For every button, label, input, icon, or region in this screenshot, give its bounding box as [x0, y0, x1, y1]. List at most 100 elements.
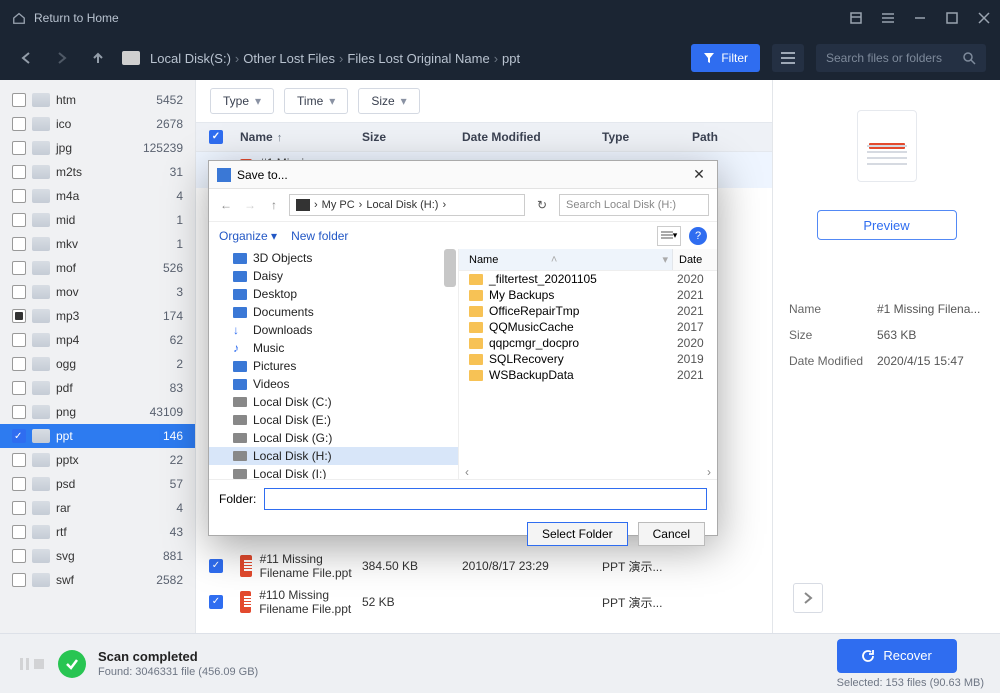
checkbox[interactable]	[12, 525, 26, 539]
sidebar-item-png[interactable]: png43109	[0, 400, 195, 424]
col-type[interactable]: Type	[602, 130, 692, 144]
sidebar-item-svg[interactable]: svg881	[0, 544, 195, 568]
view-mode-icon[interactable]: ▾	[657, 226, 681, 246]
next-file-button[interactable]	[793, 583, 823, 613]
checkbox[interactable]	[12, 357, 26, 371]
checkbox[interactable]	[12, 285, 26, 299]
tree-node[interactable]: Videos	[209, 375, 458, 393]
sidebar-item-jpg[interactable]: jpg125239	[0, 136, 195, 160]
folder-tree[interactable]: 3D ObjectsDaisyDesktopDocuments↓Download…	[209, 249, 459, 479]
checkbox[interactable]	[12, 549, 26, 563]
sidebar-item-ico[interactable]: ico2678	[0, 112, 195, 136]
sidebar-item-rar[interactable]: rar4	[0, 496, 195, 520]
tree-node[interactable]: Documents	[209, 303, 458, 321]
checkbox[interactable]	[12, 141, 26, 155]
breadcrumb[interactable]: Local Disk(S:) ›Other Lost Files ›Files …	[122, 51, 520, 66]
folder-name-input[interactable]	[264, 488, 707, 510]
maximize-icon[interactable]	[936, 0, 968, 36]
preview-button[interactable]: Preview	[817, 210, 957, 240]
col-path[interactable]: Path	[692, 130, 772, 144]
folder-row[interactable]: qqpcmgr_docpro2020	[459, 335, 717, 351]
tree-node[interactable]: Desktop	[209, 285, 458, 303]
sidebar-item-mp4[interactable]: mp462	[0, 328, 195, 352]
col-size[interactable]: Size	[362, 130, 462, 144]
checkbox[interactable]	[12, 573, 26, 587]
cancel-button[interactable]: Cancel	[638, 522, 705, 546]
sidebar-item-mov[interactable]: mov3	[0, 280, 195, 304]
sidebar-item-ppt[interactable]: ppt146	[0, 424, 195, 448]
sidebar-item-pdf[interactable]: pdf83	[0, 376, 195, 400]
select-folder-button[interactable]: Select Folder	[527, 522, 628, 546]
minimize-icon[interactable]	[904, 0, 936, 36]
window-layout-icon[interactable]	[840, 0, 872, 36]
folder-row[interactable]: My Backups2021	[459, 287, 717, 303]
checkbox[interactable]	[12, 165, 26, 179]
pause-stop-controls[interactable]	[20, 658, 44, 670]
folder-list[interactable]: Name˄▾ Date _filtertest_202011052020My B…	[459, 249, 717, 479]
tree-node[interactable]: Local Disk (E:)	[209, 411, 458, 429]
sidebar-item-htm[interactable]: htm5452	[0, 88, 195, 112]
sidebar-item-m4a[interactable]: m4a4	[0, 184, 195, 208]
tree-node[interactable]: Local Disk (H:)	[209, 447, 458, 465]
sidebar-item-rtf[interactable]: rtf43	[0, 520, 195, 544]
checkbox[interactable]	[12, 93, 26, 107]
tree-node[interactable]: 3D Objects	[209, 249, 458, 267]
hscroll-left-icon[interactable]: ‹	[459, 465, 475, 479]
recover-button[interactable]: Recover	[837, 639, 957, 673]
checkbox[interactable]	[12, 213, 26, 227]
checkbox[interactable]	[12, 429, 26, 443]
dlg-up-icon[interactable]: ↑	[265, 198, 283, 212]
sort-size[interactable]: Size▾	[358, 88, 419, 114]
folder-row[interactable]: OfficeRepairTmp2021	[459, 303, 717, 319]
tree-node[interactable]: Daisy	[209, 267, 458, 285]
tree-scrollbar[interactable]	[444, 249, 456, 287]
refresh-icon[interactable]: ↻	[531, 198, 553, 212]
back-icon[interactable]	[14, 46, 38, 70]
sidebar-item-mkv[interactable]: mkv1	[0, 232, 195, 256]
checkbox[interactable]	[12, 189, 26, 203]
sort-type[interactable]: Type▾	[210, 88, 274, 114]
row-checkbox[interactable]: ✓	[209, 595, 223, 609]
tree-node[interactable]: ↓Downloads	[209, 321, 458, 339]
menu-icon[interactable]	[872, 0, 904, 36]
dlg-path[interactable]: ›My PC ›Local Disk (H:)›	[289, 194, 525, 216]
tree-node[interactable]: Pictures	[209, 357, 458, 375]
table-row[interactable]: ✓#110 Missing Filename File.ppt52 KBPPT …	[196, 584, 772, 620]
tree-node[interactable]: ♪Music	[209, 339, 458, 357]
dialog-close-button[interactable]: ✕	[689, 166, 709, 183]
filter-button[interactable]: Filter	[691, 44, 760, 72]
help-icon[interactable]: ?	[689, 227, 707, 245]
folder-row[interactable]: WSBackupData2021	[459, 367, 717, 383]
organize-menu[interactable]: Organize ▾	[219, 229, 277, 243]
search-input[interactable]: Search files or folders	[816, 44, 986, 72]
sidebar-item-swf[interactable]: swf2582	[0, 568, 195, 592]
sidebar-item-mof[interactable]: mof526	[0, 256, 195, 280]
home-icon[interactable]	[12, 11, 26, 25]
checkbox[interactable]	[12, 333, 26, 347]
dlg-back-icon[interactable]: ←	[217, 198, 235, 212]
checkbox[interactable]	[12, 477, 26, 491]
tree-node[interactable]: Local Disk (I:)	[209, 465, 458, 479]
sort-time[interactable]: Time▾	[284, 88, 348, 114]
dlg-search-input[interactable]: Search Local Disk (H:)	[559, 194, 709, 216]
new-folder-button[interactable]: New folder	[291, 229, 348, 243]
row-checkbox[interactable]: ✓	[209, 559, 223, 573]
col-name[interactable]: Name↑	[236, 130, 362, 144]
folder-row[interactable]: _filtertest_202011052020	[459, 271, 717, 287]
tree-node[interactable]: Local Disk (G:)	[209, 429, 458, 447]
sidebar-item-psd[interactable]: psd57	[0, 472, 195, 496]
sidebar-item-mid[interactable]: mid1	[0, 208, 195, 232]
col-date[interactable]: Date Modified	[462, 130, 602, 144]
close-icon[interactable]	[968, 0, 1000, 36]
up-icon[interactable]	[86, 46, 110, 70]
hscroll-right-icon[interactable]: ›	[701, 465, 717, 479]
sidebar-item-mp3[interactable]: mp3174	[0, 304, 195, 328]
checkbox[interactable]	[12, 117, 26, 131]
tree-node[interactable]: Local Disk (C:)	[209, 393, 458, 411]
checkbox[interactable]	[12, 453, 26, 467]
sidebar-item-ogg[interactable]: ogg2	[0, 352, 195, 376]
checkbox[interactable]	[12, 261, 26, 275]
return-home-link[interactable]: Return to Home	[34, 11, 119, 25]
folder-row[interactable]: QQMusicCache2017	[459, 319, 717, 335]
sidebar-item-pptx[interactable]: pptx22	[0, 448, 195, 472]
